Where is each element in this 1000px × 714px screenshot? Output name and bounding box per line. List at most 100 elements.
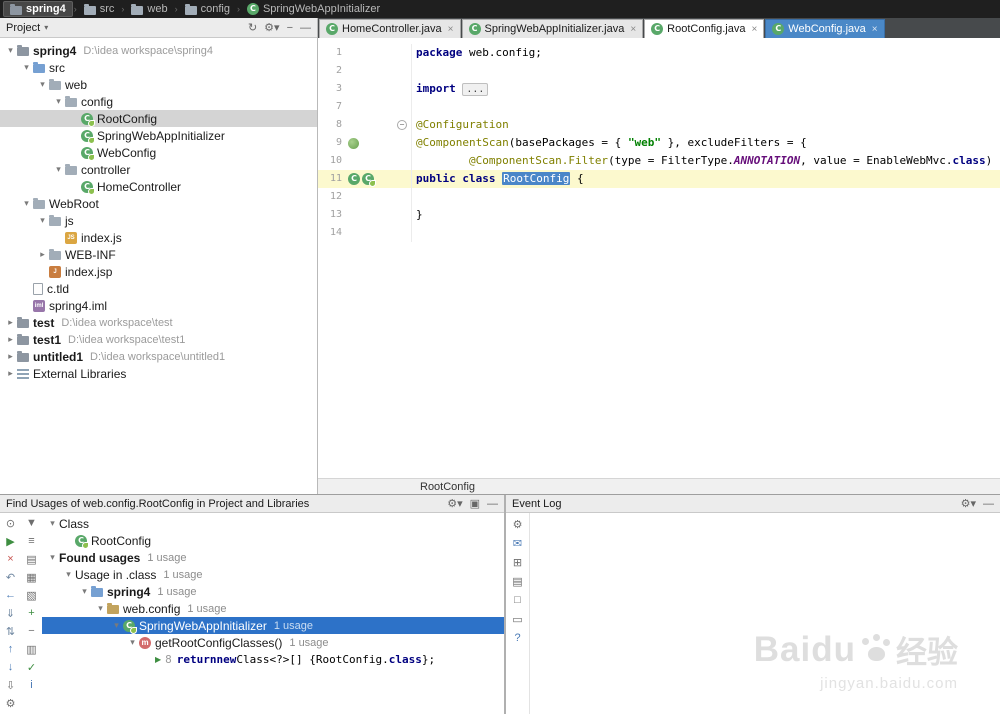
- nav-item-spring4[interactable]: spring4: [3, 1, 73, 17]
- group-by-package-icon[interactable]: ▦: [24, 570, 40, 584]
- code-line[interactable]: 3 import ...: [318, 80, 1000, 98]
- usage-item-web-config[interactable]: ▾ web.config 1 usage: [42, 600, 504, 617]
- code-line[interactable]: 10 @ComponentScan.Filter(type = FilterTy…: [318, 152, 1000, 170]
- rerun-icon[interactable]: ▶: [3, 534, 19, 548]
- tree-item-test1[interactable]: ▸ test1 D:\idea workspace\test1: [0, 331, 317, 348]
- group-by-module-icon[interactable]: ▤: [24, 552, 40, 566]
- line-number[interactable]: 2: [318, 62, 342, 80]
- code-line[interactable]: 13}: [318, 206, 1000, 224]
- chevron-down-icon[interactable]: ▾: [78, 586, 91, 597]
- code-text[interactable]: [412, 188, 416, 206]
- info-icon[interactable]: i: [24, 678, 40, 692]
- chevron-down-icon[interactable]: ▾: [20, 198, 33, 209]
- tab-homecontroller-java[interactable]: C HomeController.java ×: [319, 19, 461, 38]
- tree-item-index-js[interactable]: JS index.js: [0, 229, 317, 246]
- chevron-right-icon[interactable]: ▸: [4, 334, 17, 345]
- tab-rootconfig-java[interactable]: C RootConfig.java ×: [644, 19, 765, 38]
- close-icon[interactable]: ×: [872, 24, 878, 35]
- tree-item-web-inf[interactable]: ▸ WEB-INF: [0, 246, 317, 263]
- nav-item-src[interactable]: src: [78, 1, 121, 17]
- usage-item-springwebappinitializer[interactable]: ▾ C SpringWebAppInitializer 1 usage: [42, 617, 504, 634]
- code-text[interactable]: package web.config;: [412, 44, 542, 62]
- usage-code-line[interactable]: ▶ 8 return new Class<?>[] { RootConfig. cla…: [42, 651, 504, 668]
- scroll-from-source-icon[interactable]: ⇓: [3, 606, 19, 620]
- settings-small-icon[interactable]: ⚙: [3, 696, 19, 710]
- chevron-down-icon[interactable]: ▾: [126, 637, 139, 648]
- hide-icon[interactable]: —: [983, 498, 994, 510]
- tree-item-js[interactable]: ▾ js: [0, 212, 317, 229]
- tree-item-config[interactable]: ▾ config: [0, 93, 317, 110]
- chevron-right-icon[interactable]: ▸: [36, 249, 49, 260]
- tree-item-c-tld[interactable]: c.tld: [0, 280, 317, 297]
- chevron-right-icon[interactable]: ▸: [4, 351, 17, 362]
- line-number[interactable]: 12: [318, 188, 342, 206]
- code-text[interactable]: [412, 62, 416, 80]
- line-number[interactable]: 13: [318, 206, 342, 224]
- mark-all-read-icon[interactable]: □: [510, 593, 526, 607]
- tree-item-index-jsp[interactable]: Jindex.jsp: [0, 263, 317, 280]
- tree-item-webroot[interactable]: ▾ WebRoot: [0, 195, 317, 212]
- chevron-right-icon[interactable]: ▸: [4, 317, 17, 328]
- tree-item-homecontroller[interactable]: C HomeController: [0, 178, 317, 195]
- code-text[interactable]: @ComponentScan.Filter(type = FilterType.…: [412, 152, 1000, 170]
- code-line[interactable]: 14: [318, 224, 1000, 242]
- expand-all-icon[interactable]: +: [24, 606, 40, 620]
- code-line[interactable]: 11 C Cpublic class RootConfig {: [318, 170, 1000, 188]
- code-line[interactable]: 12: [318, 188, 1000, 206]
- tree-item-src[interactable]: ▾ src: [0, 59, 317, 76]
- tree-item-web[interactable]: ▾ web: [0, 76, 317, 93]
- code-text[interactable]: @ComponentScan(basePackages = { "web" },…: [412, 134, 807, 152]
- tab-webconfig-java[interactable]: C WebConfig.java ×: [765, 19, 885, 38]
- line-number[interactable]: 10: [318, 152, 342, 170]
- tree-item-webconfig[interactable]: C WebConfig: [0, 144, 317, 161]
- flatten-packages-icon[interactable]: ▧: [24, 588, 40, 602]
- clear-all-icon[interactable]: ▤: [510, 574, 526, 588]
- usage-item-class[interactable]: ▾ Class: [42, 515, 504, 532]
- nav-item-config[interactable]: config: [179, 1, 236, 17]
- chevron-down-icon[interactable]: ▾: [46, 518, 59, 529]
- code-line[interactable]: 2: [318, 62, 1000, 80]
- filter-icon[interactable]: ▼: [24, 516, 40, 530]
- chevron-down-icon[interactable]: ▾: [20, 62, 33, 73]
- line-number[interactable]: 11: [318, 170, 342, 188]
- chevron-right-icon[interactable]: ▸: [4, 368, 17, 379]
- chevron-down-icon[interactable]: ▾: [36, 215, 49, 226]
- tree-item-test[interactable]: ▸ test D:\idea workspace\test: [0, 314, 317, 331]
- settings-icon[interactable]: ⚙▾: [961, 497, 976, 510]
- line-number[interactable]: 7: [318, 98, 342, 116]
- chevron-down-icon[interactable]: ▾: [46, 552, 59, 563]
- close-icon[interactable]: ×: [751, 24, 757, 35]
- tab-springwebappinitializer-java[interactable]: C SpringWebAppInitializer.java ×: [461, 19, 644, 38]
- settings-icon[interactable]: ⚙▾: [264, 21, 279, 34]
- code-editor[interactable]: 1 package web.config; 2 3 import ... 7 8 − @Conf…: [318, 38, 1000, 478]
- line-number[interactable]: 3: [318, 80, 342, 98]
- code-text[interactable]: import ...: [412, 80, 489, 98]
- usage-item-getrootconfigclasses[interactable]: ▾ m getRootConfigClasses() 1 usage: [42, 634, 504, 651]
- editor-breadcrumb[interactable]: RootConfig: [420, 481, 475, 493]
- tree-item-controller[interactable]: ▾ controller: [0, 161, 317, 178]
- chevron-down-icon[interactable]: ▾: [110, 620, 123, 631]
- code-line[interactable]: 9 @ComponentScan(basePackages = { "web" }…: [318, 134, 1000, 152]
- restore-icon[interactable]: ↶: [3, 570, 19, 584]
- code-line[interactable]: 1 package web.config;: [318, 44, 1000, 62]
- code-line[interactable]: 7: [318, 98, 1000, 116]
- code-text[interactable]: [412, 224, 416, 242]
- chevron-down-icon[interactable]: ▾: [62, 569, 75, 580]
- hide-icon[interactable]: —: [487, 498, 498, 510]
- code-text[interactable]: @Configuration: [412, 116, 509, 134]
- tree-item-springwebappinitializer[interactable]: C SpringWebAppInitializer: [0, 127, 317, 144]
- usage-item-spring4[interactable]: ▾ spring4 1 usage: [42, 583, 504, 600]
- code-text[interactable]: [412, 98, 416, 116]
- pin-icon[interactable]: ⊙: [3, 516, 19, 530]
- preview-usages-icon[interactable]: ▥: [24, 642, 40, 656]
- tree-item-rootconfig[interactable]: C RootConfig: [0, 110, 317, 127]
- collapse-all-icon[interactable]: −: [287, 22, 293, 34]
- tree-item-external-libraries[interactable]: ▸ External Libraries: [0, 365, 317, 382]
- nav-item-springwebappinitializer[interactable]: C SpringWebAppInitializer: [241, 1, 386, 17]
- chevron-down-icon[interactable]: ▾: [36, 79, 49, 90]
- line-number[interactable]: 14: [318, 224, 342, 242]
- project-panel-title[interactable]: Project ▾: [6, 22, 48, 34]
- chevron-down-icon[interactable]: ▾: [52, 164, 65, 175]
- close-icon[interactable]: ×: [448, 24, 454, 35]
- expand-icon[interactable]: ⊞: [510, 555, 526, 569]
